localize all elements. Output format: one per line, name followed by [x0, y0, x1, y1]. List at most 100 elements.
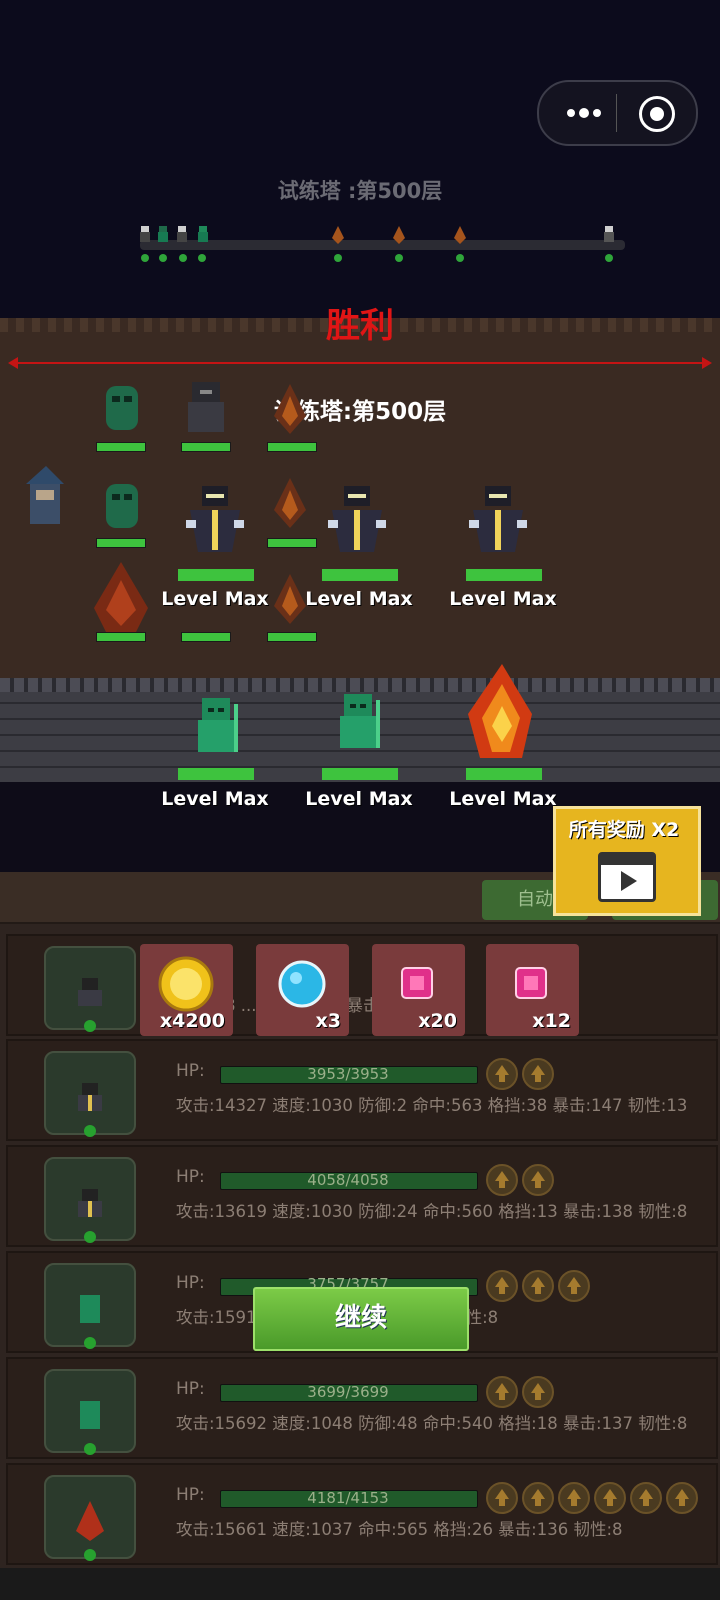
unit-level-label: Level Max — [305, 588, 413, 610]
hero-status-dot — [84, 1337, 96, 1349]
divider-arrow-left-icon — [8, 357, 18, 369]
close-target-icon[interactable] — [639, 96, 675, 132]
flame-sprite — [274, 478, 306, 528]
reward-card: x3 — [256, 944, 349, 1036]
hp-label: HP: — [176, 1273, 205, 1293]
unit-hp-bar — [181, 442, 231, 452]
upgrade-arrow-icon[interactable] — [486, 1482, 518, 1514]
unit-hp-bar — [267, 632, 317, 642]
green-ghost-sprite — [106, 386, 138, 430]
track-node — [395, 254, 403, 262]
unit-level-bar — [466, 768, 542, 780]
hero-status-dot — [84, 1231, 96, 1243]
hero-avatar — [44, 1369, 136, 1453]
video-play-icon — [598, 852, 656, 902]
hero-stats: 攻击:15661 速度:1037 命中:565 格挡:26 暴击:136 韧性:… — [176, 1520, 623, 1539]
reward-card: x12 — [486, 944, 579, 1036]
top-area — [0, 0, 720, 318]
upgrade-arrow-icon[interactable] — [486, 1058, 518, 1090]
more-dot-icon[interactable] — [593, 109, 601, 117]
hero-avatar — [44, 1051, 136, 1135]
track-node — [605, 254, 613, 262]
upgrade-arrow-icon[interactable] — [486, 1164, 518, 1196]
upgrade-arrow-icon[interactable] — [558, 1482, 590, 1514]
hero-stats: 攻击:13619 速度:1030 防御:24 命中:560 格挡:13 暴击:1… — [176, 1202, 688, 1221]
continue-button[interactable]: 继续 — [253, 1287, 469, 1351]
hp-value: 3699/3699 — [307, 1383, 389, 1401]
bottom-bar — [0, 1568, 720, 1600]
upgrade-arrow-icon[interactable] — [558, 1270, 590, 1302]
upgrade-arrow-icon[interactable] — [522, 1058, 554, 1090]
reward-count: x4200 — [159, 1010, 225, 1032]
unit-hp-bar — [267, 538, 317, 548]
hp-label: HP: — [176, 1167, 205, 1187]
upgrade-arrow-icon[interactable] — [630, 1482, 662, 1514]
double-reward-label: 所有奖励 X2 — [568, 819, 680, 841]
reward-count: x12 — [532, 1010, 571, 1032]
hp-value: 4058/4058 — [307, 1171, 389, 1189]
upgrade-arrow-icon[interactable] — [522, 1164, 554, 1196]
unit-hp-bar — [181, 632, 231, 642]
upgrade-arrow-icon[interactable] — [522, 1270, 554, 1302]
hero-sprite-icon — [177, 226, 187, 242]
reward-count: x3 — [315, 1010, 341, 1032]
hero-status-dot — [84, 1549, 96, 1561]
upgrade-arrow-icon[interactable] — [594, 1482, 626, 1514]
more-dot-icon[interactable] — [579, 108, 589, 118]
unit-level-label: Level Max — [161, 788, 269, 810]
hero-status-dot — [84, 1020, 96, 1032]
capsule-divider — [616, 94, 617, 132]
track-node — [141, 254, 149, 262]
unit-hp-bar — [267, 442, 317, 452]
hero-row[interactable]: HP: 4181/4153 攻击:15661 速度:1037 命中:565 格挡… — [6, 1463, 718, 1565]
flame-enemy-icon — [332, 226, 344, 244]
track-node — [179, 254, 187, 262]
divider-arrow-right-icon — [702, 357, 712, 369]
hero-avatar — [44, 1475, 136, 1559]
upgrade-arrow-icon[interactable] — [486, 1270, 518, 1302]
hero-status-dot — [84, 1443, 96, 1455]
unit-level-bar — [322, 768, 398, 780]
hero-row[interactable]: HP: 4058/4058 攻击:13619 速度:1030 防御:24 命中:… — [6, 1145, 718, 1247]
green-ghost-sprite — [106, 484, 138, 528]
hp-label: HP: — [176, 1485, 205, 1505]
hero-row[interactable]: 攻击:18 ... 防 ...56 ... 暴击:132 韧性: — [6, 934, 718, 1036]
hero-row[interactable]: HP: 3953/3953 攻击:14327 速度:1030 防御:2 命中:5… — [6, 1039, 718, 1141]
unit-level-label: Level Max — [449, 588, 557, 610]
unit-level-label: Level Max — [161, 588, 269, 610]
armored-knight-sprite — [328, 486, 386, 552]
victory-divider — [12, 362, 708, 364]
hero-sprite-icon — [140, 226, 150, 242]
hero-status-dot — [84, 1125, 96, 1137]
hero-row[interactable]: HP: 3699/3699 攻击:15692 速度:1048 防御:48 命中:… — [6, 1357, 718, 1459]
progress-track — [140, 240, 625, 250]
fire-elemental-sprite — [468, 664, 532, 758]
unit-level-label: Level Max — [449, 788, 557, 810]
green-archer-sprite — [198, 698, 238, 752]
boss-enemy-icon — [604, 226, 614, 242]
hp-value: 3953/3953 — [307, 1065, 389, 1083]
flame-enemy-icon — [393, 226, 405, 244]
track-node — [334, 254, 342, 262]
upgrade-arrow-icon[interactable] — [486, 1376, 518, 1408]
hero-stats: 攻击:14327 速度:1030 防御:2 命中:563 格挡:38 暴击:14… — [176, 1096, 688, 1115]
hero-stats: 攻击:15692 速度:1048 防御:48 命中:540 格挡:18 暴击:1… — [176, 1414, 688, 1433]
upgrade-arrow-icon[interactable] — [666, 1482, 698, 1514]
hero-avatar — [44, 946, 136, 1030]
reward-count: x20 — [418, 1010, 457, 1032]
unit-level-label: Level Max — [305, 788, 413, 810]
armored-knight-sprite — [186, 486, 244, 552]
unit-level-bar — [466, 569, 542, 581]
upgrade-arrow-icon[interactable] — [522, 1482, 554, 1514]
unit-level-bar — [178, 569, 254, 581]
hero-sprite-icon — [158, 226, 168, 242]
hp-value: 4181/4153 — [307, 1489, 389, 1507]
track-node — [456, 254, 464, 262]
more-dot-icon[interactable] — [567, 109, 575, 117]
flame-enemy-icon — [454, 226, 466, 244]
track-node — [159, 254, 167, 262]
upgrade-arrow-icon[interactable] — [522, 1376, 554, 1408]
unit-hp-bar — [96, 538, 146, 548]
tower-floor-title: 试练塔 :第500层 — [277, 179, 443, 203]
unit-level-bar — [178, 768, 254, 780]
